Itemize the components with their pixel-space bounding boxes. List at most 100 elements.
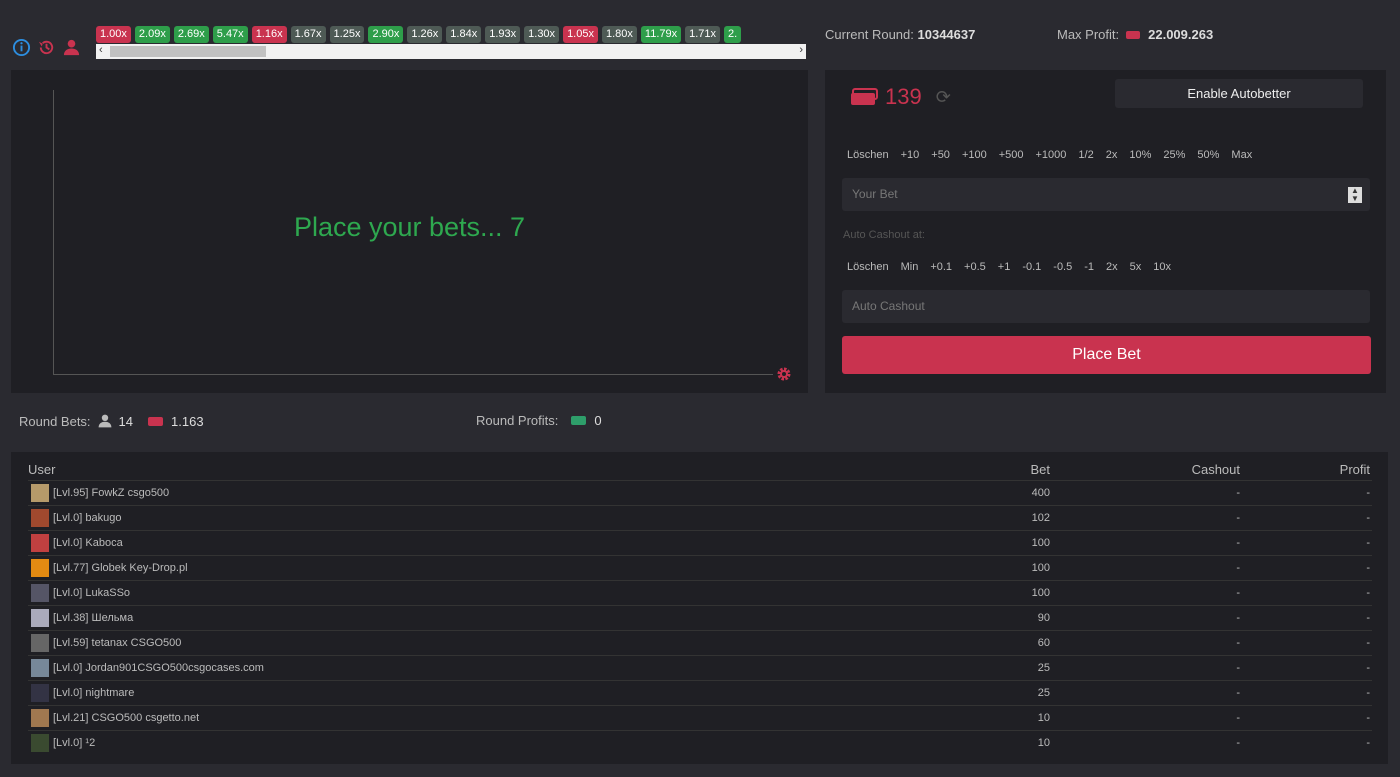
user-name[interactable]: [Lvl.21] CSGO500 csgetto.net <box>53 712 199 724</box>
enable-autobetter-button[interactable]: Enable Autobetter <box>1115 79 1363 108</box>
history-chip[interactable]: 1.93x <box>485 26 521 43</box>
coins-icon <box>851 88 878 105</box>
round-profits: Round Profits: 0 <box>476 413 602 428</box>
stepper-icon[interactable]: ▲ ▼ <box>1348 187 1362 203</box>
quick-button[interactable]: Löschen <box>847 261 889 273</box>
quick-button[interactable]: 25% <box>1163 149 1185 161</box>
history-chip[interactable]: 5.47x <box>212 26 248 43</box>
scroll-left-arrow[interactable]: ‹ <box>99 44 103 56</box>
avatar <box>31 734 49 752</box>
history-chip[interactable]: 1.25x <box>329 26 365 43</box>
history-chip[interactable]: 1.67x <box>290 26 326 43</box>
auto-cashout-label: Auto Cashout at: <box>843 229 925 241</box>
bet-quick-buttons: Löschen +10 +50 +100 +500 +1000 1/2 2x 10% 25% 50%… <box>847 149 1264 161</box>
quick-button[interactable]: 10x <box>1153 261 1171 273</box>
quick-button[interactable]: Min <box>901 261 919 273</box>
history-chip[interactable]: 1.80x <box>601 26 637 43</box>
quick-button[interactable]: +0.5 <box>964 261 986 273</box>
header-icons <box>12 38 81 57</box>
quick-button[interactable]: 2x <box>1106 149 1118 161</box>
user-icon <box>98 414 111 428</box>
bet-value: 100 <box>1031 537 1050 549</box>
user-name[interactable]: [Lvl.0] ¹2 <box>53 737 95 749</box>
user-name[interactable]: [Lvl.0] nightmare <box>53 687 134 699</box>
avatar <box>31 709 49 727</box>
avatar <box>31 559 49 577</box>
history-chip[interactable]: 1.84x <box>446 26 482 43</box>
bets-table: User Bet Cashout Profit [Lvl.95] FowkZ c… <box>11 452 1388 764</box>
quick-button[interactable]: +100 <box>962 149 987 161</box>
table-row: [Lvl.38] Шельма 90 - - <box>28 605 1372 630</box>
user-name[interactable]: [Lvl.0] Jordan901CSGO500csgocases.com <box>53 662 264 674</box>
history-chip[interactable]: 1.26x <box>407 26 443 43</box>
history-chip[interactable]: 1.00x <box>96 26 131 43</box>
table-row: [Lvl.21] CSGO500 csgetto.net 10 - - <box>28 705 1372 730</box>
profit-value: - <box>1366 712 1370 724</box>
cashout-value: - <box>1236 587 1240 599</box>
crash-history: 1.00x 2.09x 2.69x 5.47x 1.16x 1.67x 1.25x 2.90x… <box>96 26 806 59</box>
avatar <box>31 609 49 627</box>
quick-button[interactable]: +1000 <box>1036 149 1067 161</box>
table-header: User Bet Cashout Profit <box>28 462 1370 477</box>
table-row: [Lvl.0] Jordan901CSGO500csgocases.com 25 -… <box>28 655 1372 680</box>
place-bet-button[interactable]: Place Bet <box>842 336 1371 374</box>
history-chip[interactable]: 2. <box>724 26 742 43</box>
bet-value: 100 <box>1031 562 1050 574</box>
auto-cashout-input[interactable]: Auto Cashout <box>842 290 1370 323</box>
table-row: [Lvl.95] FowkZ csgo500 400 - - <box>28 480 1372 505</box>
quick-button[interactable]: +0.1 <box>930 261 952 273</box>
history-chip[interactable]: 11.79x <box>640 26 682 43</box>
user-name[interactable]: [Lvl.0] bakugo <box>53 512 122 524</box>
history-chip[interactable]: 2.90x <box>368 26 404 43</box>
history-icon[interactable] <box>37 38 56 57</box>
history-chip[interactable]: 1.05x <box>563 26 598 43</box>
quick-button[interactable]: Max <box>1231 149 1252 161</box>
table-row: [Lvl.0] ¹2 10 - - <box>28 730 1372 755</box>
bet-value: 10 <box>1037 712 1050 724</box>
quick-button[interactable]: 1/2 <box>1078 149 1093 161</box>
history-chip[interactable]: 2.09x <box>134 26 170 43</box>
user-icon[interactable] <box>62 38 81 57</box>
profit-value: - <box>1366 512 1370 524</box>
avatar <box>31 659 49 677</box>
quick-button[interactable]: Löschen <box>847 149 889 161</box>
user-name[interactable]: [Lvl.59] tetanax CSGO500 <box>53 637 181 649</box>
quick-button[interactable]: +10 <box>901 149 920 161</box>
user-name[interactable]: [Lvl.0] Kaboca <box>53 537 123 549</box>
quick-button[interactable]: +1 <box>998 261 1011 273</box>
quick-button[interactable]: 2x <box>1106 261 1118 273</box>
cashout-value: - <box>1236 562 1240 574</box>
info-icon[interactable] <box>12 38 31 57</box>
quick-button[interactable]: -0.1 <box>1022 261 1041 273</box>
bet-value: 60 <box>1037 637 1050 649</box>
quick-button[interactable]: 50% <box>1197 149 1219 161</box>
coins-icon <box>148 416 164 426</box>
user-name[interactable]: [Lvl.95] FowkZ csgo500 <box>53 487 169 499</box>
settings-gear-icon[interactable] <box>776 366 792 382</box>
scroll-right-arrow[interactable]: › <box>799 44 803 56</box>
quick-button[interactable]: 5x <box>1130 261 1142 273</box>
quick-button[interactable]: -1 <box>1084 261 1094 273</box>
quick-button[interactable]: -0.5 <box>1053 261 1072 273</box>
cashout-value: - <box>1236 662 1240 674</box>
history-chip[interactable]: 1.30x <box>524 26 560 43</box>
user-name[interactable]: [Lvl.0] LukaSSo <box>53 587 130 599</box>
table-row: [Lvl.0] LukaSSo 100 - - <box>28 580 1372 605</box>
profit-value: - <box>1366 562 1370 574</box>
user-name[interactable]: [Lvl.38] Шельма <box>53 612 133 624</box>
scroll-thumb[interactable] <box>110 46 266 57</box>
bet-input[interactable]: Your Bet ▲ ▼ <box>842 178 1370 211</box>
x-axis <box>53 374 773 375</box>
avatar <box>31 584 49 602</box>
history-chip[interactable]: 2.69x <box>173 26 209 43</box>
bet-value: 10 <box>1037 737 1050 749</box>
quick-button[interactable]: +500 <box>999 149 1024 161</box>
history-chip[interactable]: 1.71x <box>685 26 721 43</box>
history-chip[interactable]: 1.16x <box>251 26 287 43</box>
quick-button[interactable]: +50 <box>931 149 950 161</box>
quick-button[interactable]: 10% <box>1129 149 1151 161</box>
user-name[interactable]: [Lvl.77] Globek Key-Drop.pl <box>53 562 188 574</box>
profit-value: - <box>1366 612 1370 624</box>
refresh-icon[interactable]: ⟳ <box>936 87 951 108</box>
history-scrollbar[interactable]: ‹ › <box>96 44 806 59</box>
